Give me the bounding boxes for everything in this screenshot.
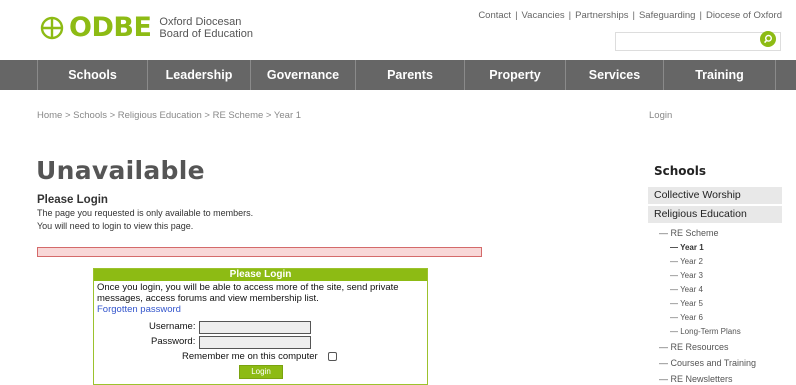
top-link-partnerships[interactable]: Partnerships [575, 10, 628, 21]
password-label: Password: [151, 336, 196, 347]
separator: | [515, 10, 518, 21]
remember-me-label: Remember me on this computer [182, 351, 318, 362]
search-icon [763, 34, 772, 44]
sidebar-item-long-term-plans[interactable]: — Long-Term Plans [670, 327, 741, 336]
login-button[interactable]: Login [239, 365, 283, 379]
nav-leadership[interactable]: Leadership [147, 60, 250, 90]
sidebar-item-re-scheme[interactable]: — RE Scheme [659, 228, 719, 238]
sidebar-item-religious-education[interactable]: Religious Education [648, 206, 782, 223]
login-intro-line2: messages, access forums and view members… [97, 293, 319, 304]
nav-parents[interactable]: Parents [355, 60, 464, 90]
logo-subtitle-line2: Board of Education [159, 28, 253, 40]
username-field[interactable] [199, 321, 311, 334]
separator: | [568, 10, 572, 21]
nav-services[interactable]: Services [565, 60, 663, 90]
breadcrumb[interactable]: Home > Schools > Religious Education > R… [37, 110, 301, 121]
login-required-message: You will need to login to view this page… [37, 221, 194, 231]
please-login-heading: Please Login [37, 194, 108, 206]
top-link-vacancies[interactable]: Vacancies [522, 10, 565, 21]
remember-me-checkbox[interactable] [328, 352, 337, 361]
nav-schools[interactable]: Schools [37, 60, 147, 90]
nav-training[interactable]: Training [663, 60, 776, 90]
sidebar-item-collective-worship[interactable]: Collective Worship [648, 187, 782, 204]
logo-wordmark: ODBE [69, 12, 152, 43]
page-title: Unavailable [36, 156, 205, 185]
sidebar-item-year-4[interactable]: — Year 4 [670, 285, 703, 294]
forgotten-password-link[interactable]: Forgotten password [94, 304, 427, 315]
search-input[interactable] [615, 32, 781, 51]
top-link-diocese[interactable]: Diocese of Oxford [706, 10, 782, 21]
logo-subtitle-line1: Oxford Diocesan [159, 16, 242, 28]
sidebar-item-re-resources[interactable]: — RE Resources [659, 342, 729, 352]
login-intro-text: Once you login, you will be able to acce… [94, 281, 427, 304]
sidebar-title: Schools [654, 164, 707, 178]
top-links: Contact | Vacancies | Partnerships | Safeguard… [478, 10, 782, 21]
top-link-contact[interactable]: Contact [478, 10, 511, 21]
top-link-safeguarding[interactable]: Safeguarding [639, 10, 696, 21]
error-message-bar [37, 247, 482, 257]
logo-subtitle: Oxford Diocesan Board of Education [159, 16, 253, 40]
separator: | [699, 10, 702, 21]
separator: | [632, 10, 635, 21]
main-nav: Schools Leadership Governance Parents Pr… [0, 60, 796, 90]
nav-property[interactable]: Property [464, 60, 565, 90]
sidebar-item-year-1[interactable]: — Year 1 [670, 243, 704, 252]
nav-governance[interactable]: Governance [250, 60, 355, 90]
password-field[interactable] [199, 336, 311, 349]
sidebar-item-year-5[interactable]: — Year 5 [670, 299, 703, 308]
site-logo[interactable]: ODBE Oxford Diocesan Board of Education [40, 12, 253, 43]
members-only-message: The page you requested is only available… [37, 208, 254, 218]
search-button[interactable] [760, 31, 776, 47]
username-label: Username: [149, 321, 196, 332]
sidebar-item-year-6[interactable]: — Year 6 [670, 313, 703, 322]
login-link[interactable]: Login [649, 110, 672, 121]
login-form-header: Please Login [94, 269, 427, 281]
login-intro-line1: Once you login, you will be able to acce… [97, 282, 399, 293]
sidebar-item-year-2[interactable]: — Year 2 [670, 257, 703, 266]
cross-logo-icon [40, 16, 64, 40]
login-form: Please Login Once you login, you will be… [93, 268, 428, 385]
sidebar-item-year-3[interactable]: — Year 3 [670, 271, 703, 280]
sidebar-item-courses-training[interactable]: — Courses and Training [659, 358, 756, 368]
